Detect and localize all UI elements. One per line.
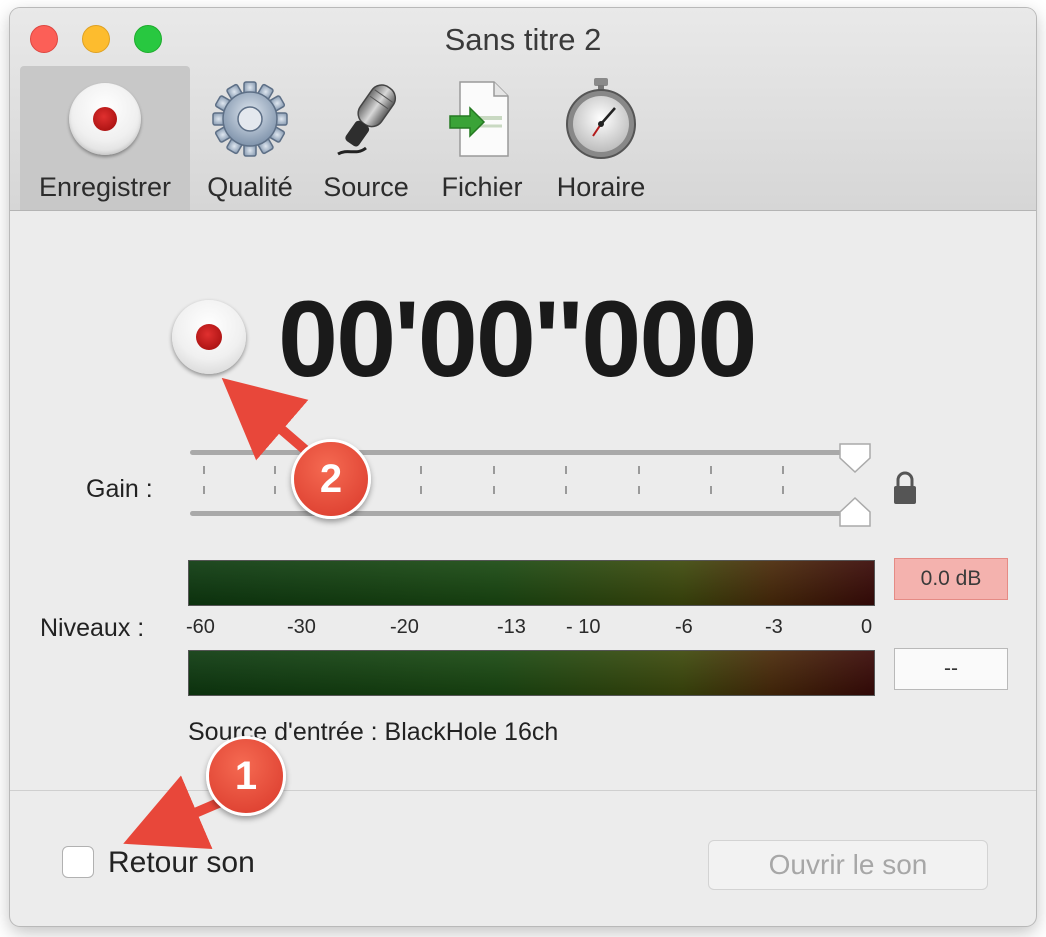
tab-horaire[interactable]: Horaire: [546, 66, 656, 210]
window-title: Sans titre 2: [444, 22, 602, 57]
tab-label: Enregistrer: [38, 172, 172, 202]
levels-label: Niveaux :: [40, 614, 145, 642]
record-icon: [196, 324, 222, 350]
scale-tick: -30: [287, 616, 316, 638]
toolbar: Sans titre 2 Enregistrer Qualité Source …: [10, 8, 1036, 211]
stopwatch-icon: [556, 76, 646, 162]
tab-label: Horaire: [556, 172, 646, 202]
lock-icon[interactable]: [892, 470, 918, 506]
level-meter-right: [188, 650, 875, 696]
tab-qualite[interactable]: Qualité: [198, 66, 302, 210]
annotation-badge-1: 1: [206, 736, 286, 816]
level-meter-left: [188, 560, 875, 606]
record-icon: [60, 76, 150, 162]
open-sound-button[interactable]: Ouvrir le son: [708, 840, 988, 890]
tab-fichier[interactable]: Fichier: [430, 66, 534, 210]
tab-label: Fichier: [441, 172, 523, 202]
tab-source[interactable]: Source: [314, 66, 418, 210]
scale-tick: -60: [186, 616, 215, 638]
file-icon: [437, 76, 527, 162]
peak-readout-bottom[interactable]: --: [894, 648, 1008, 690]
scale-tick: 0: [861, 616, 873, 638]
gain-label: Gain :: [86, 475, 153, 503]
gain-track-bottom: [190, 511, 862, 516]
gain-thumb-bottom[interactable]: [838, 496, 872, 528]
tab-enregistrer[interactable]: Enregistrer: [20, 66, 190, 210]
recorder-window: Sans titre 2 Enregistrer Qualité Source …: [10, 8, 1036, 926]
microphone-icon: [321, 76, 411, 162]
tab-label: Qualité: [207, 172, 293, 202]
gain-thumb-top[interactable]: [838, 442, 872, 474]
scale-tick: -13: [497, 616, 526, 638]
gain-track-top: [190, 450, 862, 455]
gear-icon: [205, 76, 295, 162]
tab-label: Source: [323, 172, 409, 202]
scale-tick: -20: [390, 616, 419, 638]
elapsed-time: 00'00''000: [278, 278, 757, 399]
record-button[interactable]: [172, 300, 246, 374]
scale-tick: -3: [765, 616, 783, 638]
monitor-checkbox[interactable]: [62, 846, 94, 878]
peak-readout-top[interactable]: 0.0 dB: [894, 558, 1008, 600]
annotation-badge-2: 2: [291, 439, 371, 519]
monitor-label[interactable]: Retour son: [108, 846, 255, 880]
divider: [10, 790, 1036, 791]
scale-tick: - 10: [566, 616, 601, 638]
scale-tick: -6: [675, 616, 693, 638]
